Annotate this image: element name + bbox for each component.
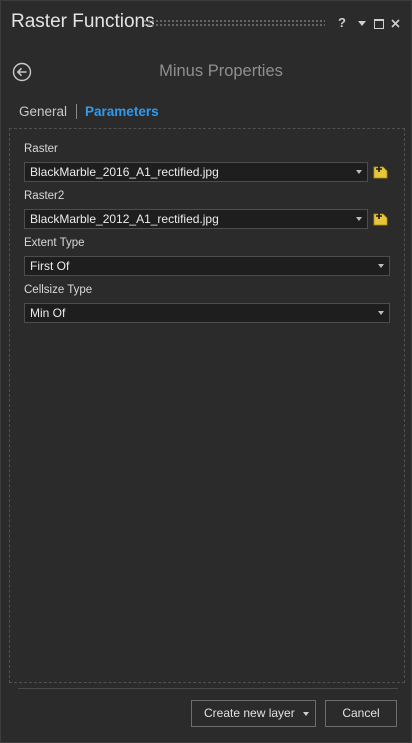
create-new-layer-button[interactable]: Create new layer — [191, 700, 316, 727]
dropdown-arrow-icon — [378, 311, 384, 315]
cancel-button[interactable]: Cancel — [325, 700, 397, 727]
cellsize-type-label: Cellsize Type — [24, 284, 93, 296]
help-button[interactable]: ? — [335, 13, 349, 33]
dropdown-arrow-icon — [378, 264, 384, 268]
raster-browse-button[interactable] — [373, 165, 388, 179]
extent-type-dropdown[interactable]: First Of — [24, 256, 390, 276]
close-icon — [390, 19, 400, 28]
add-raster-icon — [373, 166, 388, 179]
maximize-icon — [374, 18, 384, 29]
create-new-layer-label: Create new layer — [204, 706, 295, 720]
raster2-browse-button[interactable] — [373, 212, 388, 226]
chevron-down-icon[interactable] — [303, 712, 309, 716]
raster2-dropdown[interactable]: BlackMarble_2012_A1_rectified.jpg — [24, 209, 368, 229]
function-title: Minus Properties — [159, 62, 283, 80]
cellsize-type-dropdown[interactable]: Min Of — [24, 303, 390, 323]
raster2-value: BlackMarble_2012_A1_rectified.jpg — [30, 212, 219, 226]
drag-grip[interactable] — [143, 19, 325, 27]
extent-type-label: Extent Type — [24, 237, 85, 249]
close-button[interactable] — [388, 13, 402, 33]
raster2-label: Raster2 — [24, 190, 65, 202]
raster-functions-pane: Raster Functions ? Minus Properties Gene… — [0, 0, 412, 743]
tab-parameters[interactable]: Parameters — [85, 104, 159, 119]
extent-type-value: First Of — [30, 259, 70, 273]
tab-general[interactable]: General — [19, 104, 67, 119]
pane-menu-button[interactable] — [355, 13, 369, 33]
dropdown-arrow-icon — [356, 170, 362, 174]
add-raster-icon — [373, 213, 388, 226]
tab-strip: General Parameters — [19, 104, 159, 122]
raster-label: Raster — [24, 143, 58, 155]
footer-divider — [18, 688, 398, 689]
chevron-down-icon — [358, 21, 366, 27]
title-bar[interactable]: Raster Functions ? — [1, 1, 411, 45]
pane-title: Raster Functions — [11, 11, 155, 32]
dropdown-arrow-icon — [356, 217, 362, 221]
maximize-button[interactable] — [372, 13, 386, 33]
raster-dropdown[interactable]: BlackMarble_2016_A1_rectified.jpg — [24, 162, 368, 182]
raster-value: BlackMarble_2016_A1_rectified.jpg — [30, 165, 219, 179]
cellsize-type-value: Min Of — [30, 306, 66, 320]
tab-separator — [76, 104, 78, 119]
